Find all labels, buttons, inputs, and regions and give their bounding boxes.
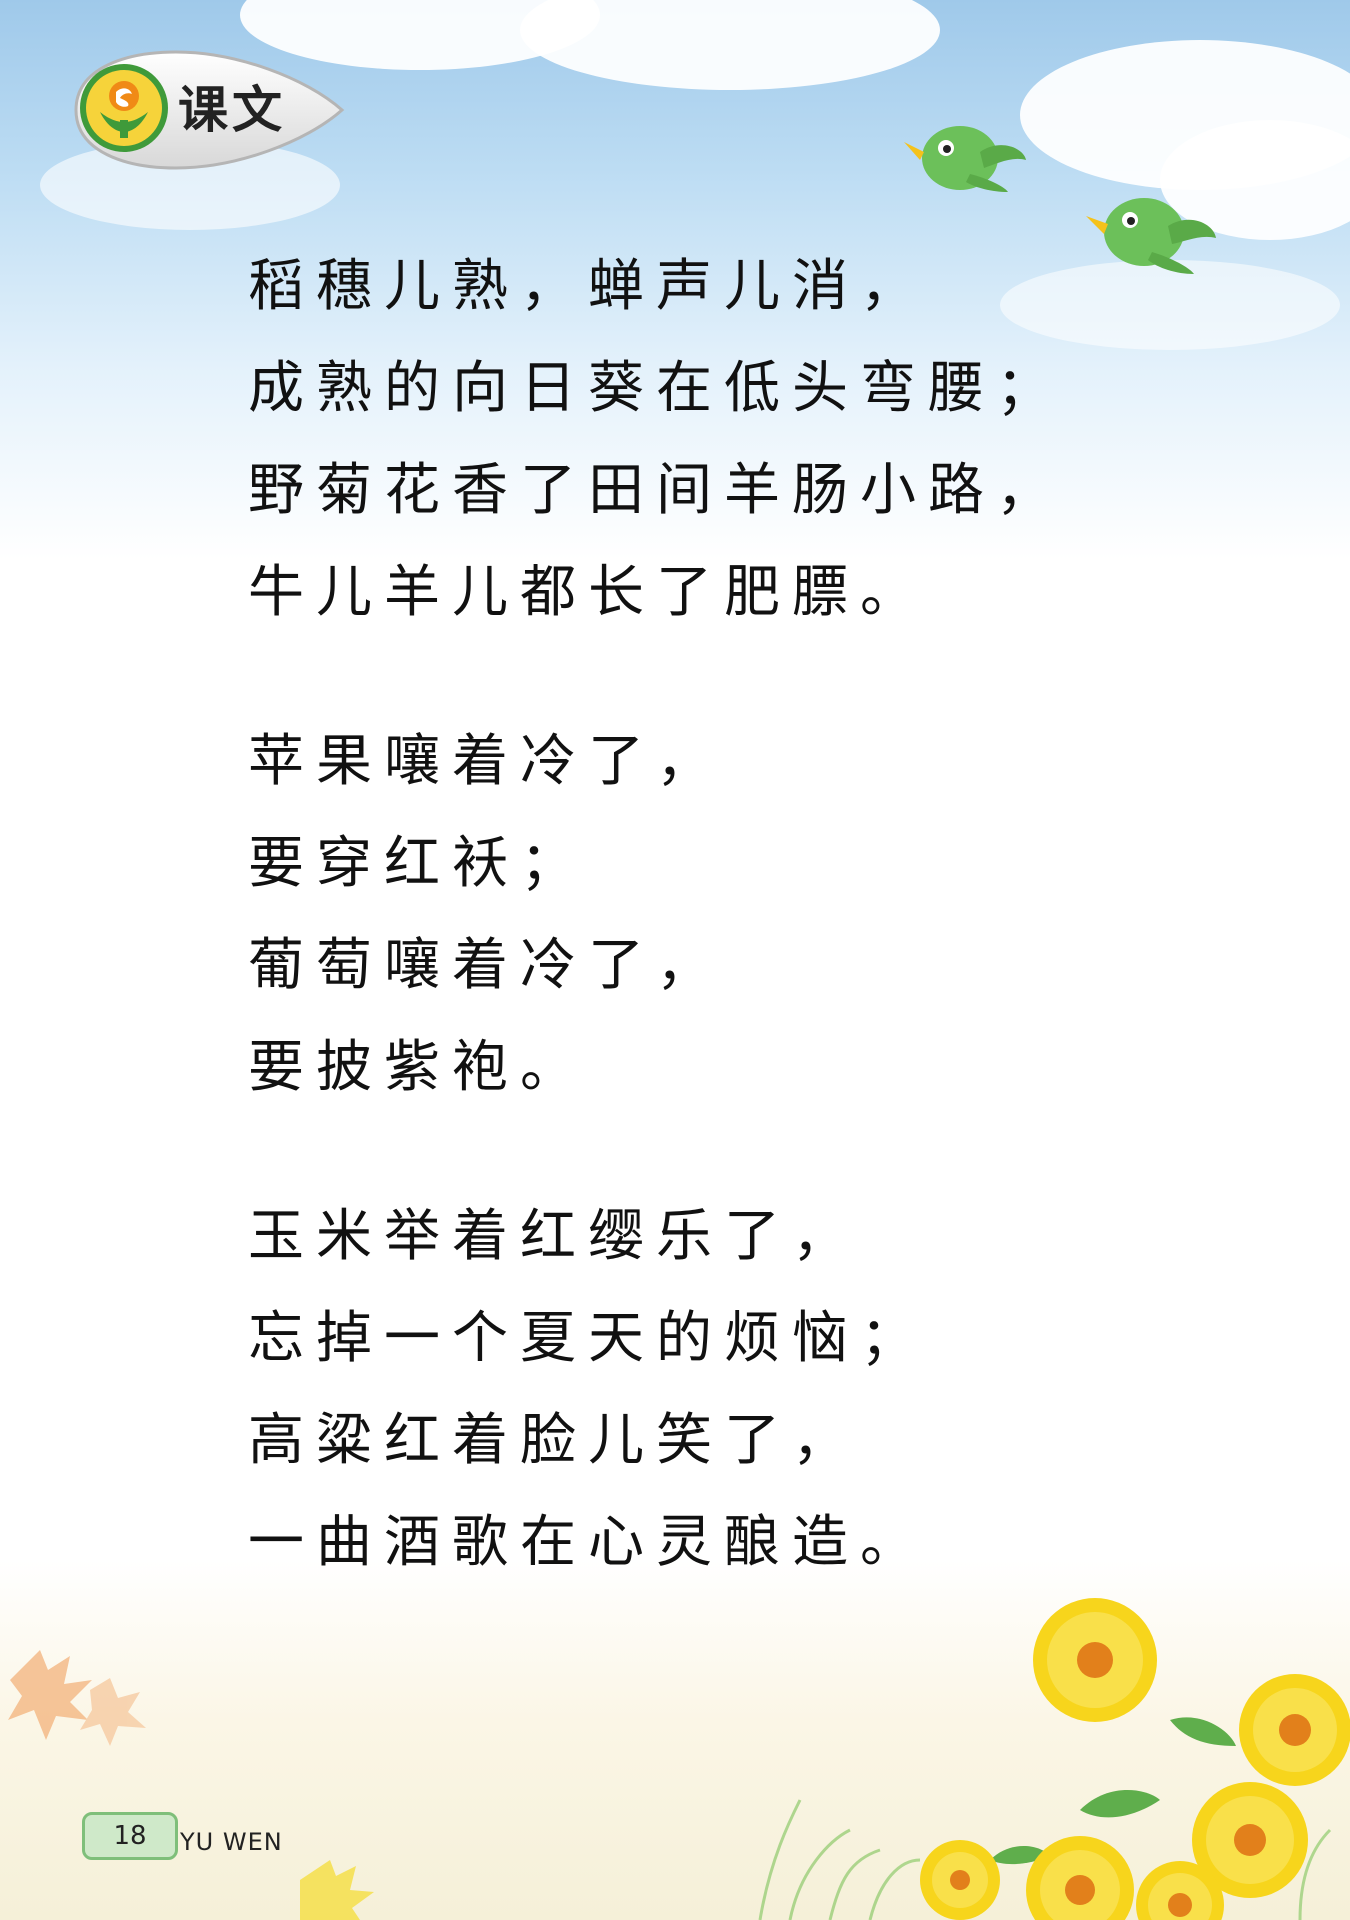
bird-icon [904, 126, 1026, 192]
poem-line: 要披紫袍。 [248, 1035, 588, 1100]
poem-line: 高粱红着脸儿笑了， [248, 1408, 860, 1473]
sunflower-icon [920, 1598, 1350, 1920]
section-title: 课文 [178, 81, 286, 139]
maple-leaf-icon [8, 1650, 146, 1746]
poem-line: 成熟的向日葵在低头弯腰； [248, 356, 1064, 421]
stanza-2: 苹果嚷着冷了， 要穿红袄； 葡萄嚷着冷了， 要披紫袍。 [248, 711, 1148, 1119]
poem-line: 苹果嚷着冷了， [248, 729, 724, 794]
poem-line: 稻穗儿熟，蝉声儿消， [248, 254, 928, 319]
page-number-tab: 18 [82, 1812, 178, 1860]
textbook-logo-icon [80, 64, 168, 152]
page-number: 18 [113, 1821, 147, 1851]
poem-line: 牛儿羊儿都长了肥膘。 [248, 560, 928, 625]
poem: 稻穗儿熟，蝉声儿消， 成熟的向日葵在低头弯腰； 野菊花香了田间羊肠小路， 牛儿羊… [248, 236, 1148, 1661]
stanza-1: 稻穗儿熟，蝉声儿消， 成熟的向日葵在低头弯腰； 野菊花香了田间羊肠小路， 牛儿羊… [248, 236, 1148, 644]
poem-line: 玉米举着红缨乐了， [248, 1204, 860, 1269]
poem-line: 要穿红袄； [248, 831, 588, 896]
poem-line: 葡萄嚷着冷了， [248, 933, 724, 998]
maple-leaf-icon [300, 1860, 374, 1920]
subject-label: YU WEN [180, 1828, 283, 1856]
poem-line: 忘掉一个夏天的烦恼； [248, 1306, 928, 1371]
flower-decoration [8, 1598, 1350, 1920]
stanza-3: 玉米举着红缨乐了， 忘掉一个夏天的烦恼； 高粱红着脸儿笑了， 一曲酒歌在心灵酿造… [248, 1186, 1148, 1594]
poem-line: 野菊花香了田间羊肠小路， [248, 458, 1064, 523]
